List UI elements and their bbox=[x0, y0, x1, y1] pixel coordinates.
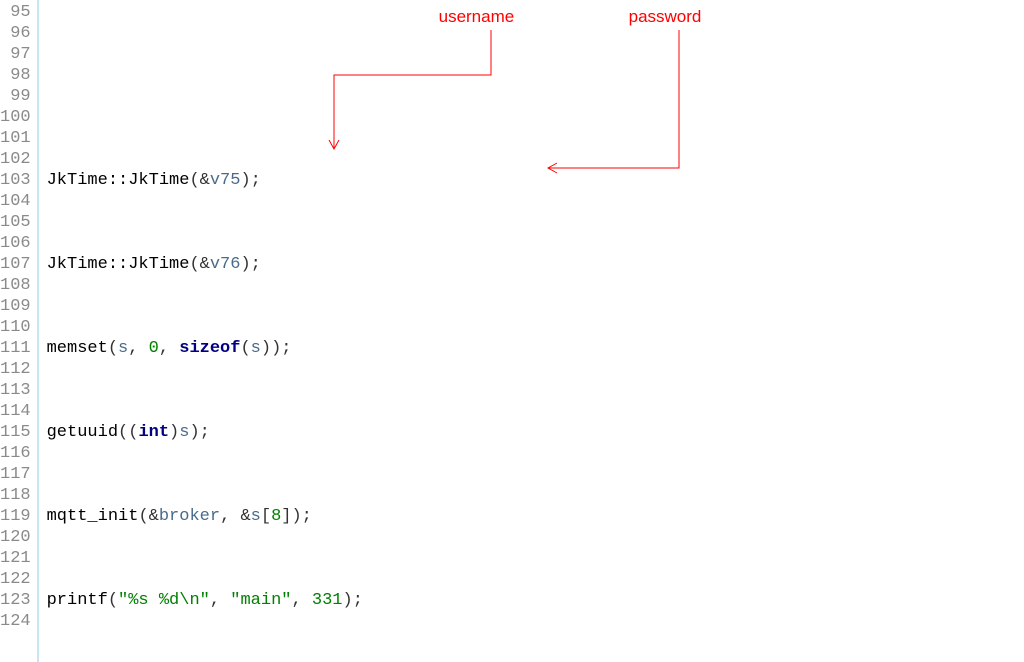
line-number: 109 bbox=[0, 296, 31, 317]
line-number: 96 bbox=[0, 23, 31, 44]
code-line: getuuid((int)s); bbox=[47, 422, 1024, 443]
code-line bbox=[47, 86, 1024, 107]
code-view: 95 96 97 98 99 100 101 102 103 104 105 1… bbox=[0, 0, 1024, 662]
line-number: 106 bbox=[0, 233, 31, 254]
line-number: 107 bbox=[0, 254, 31, 275]
line-number: 98 bbox=[0, 65, 31, 86]
line-number: 111 bbox=[0, 338, 31, 359]
line-number: 119 bbox=[0, 506, 31, 527]
annotation-password: password bbox=[629, 6, 702, 27]
line-number: 103 bbox=[0, 170, 31, 191]
line-number: 124 bbox=[0, 611, 31, 632]
code-line: printf("%s %d\n", "main", 331); bbox=[47, 590, 1024, 611]
annotation-username: username bbox=[439, 6, 515, 27]
line-number: 97 bbox=[0, 44, 31, 65]
line-number: 110 bbox=[0, 317, 31, 338]
code-line: JkTime::JkTime(&v75); bbox=[47, 170, 1024, 191]
line-number: 104 bbox=[0, 191, 31, 212]
line-number: 112 bbox=[0, 359, 31, 380]
line-number: 101 bbox=[0, 128, 31, 149]
line-number: 100 bbox=[0, 107, 31, 128]
line-number-gutter: 95 96 97 98 99 100 101 102 103 104 105 1… bbox=[0, 0, 39, 662]
line-number: 108 bbox=[0, 275, 31, 296]
line-number: 123 bbox=[0, 590, 31, 611]
line-number: 115 bbox=[0, 422, 31, 443]
code-line: memset(s, 0, sizeof(s)); bbox=[47, 338, 1024, 359]
line-number: 118 bbox=[0, 485, 31, 506]
line-number: 114 bbox=[0, 401, 31, 422]
line-number: 120 bbox=[0, 527, 31, 548]
code-line: mqtt_init(&broker, &s[8]); bbox=[47, 506, 1024, 527]
line-number: 121 bbox=[0, 548, 31, 569]
line-number: 122 bbox=[0, 569, 31, 590]
line-number: 116 bbox=[0, 443, 31, 464]
line-number: 105 bbox=[0, 212, 31, 233]
line-number: 102 bbox=[0, 149, 31, 170]
code-line: JkTime::JkTime(&v76); bbox=[47, 254, 1024, 275]
line-number: 113 bbox=[0, 380, 31, 401]
code-area[interactable]: JkTime::JkTime(&v75); JkTime::JkTime(&v7… bbox=[39, 0, 1024, 662]
line-number: 99 bbox=[0, 86, 31, 107]
line-number: 117 bbox=[0, 464, 31, 485]
line-number: 95 bbox=[0, 2, 31, 23]
